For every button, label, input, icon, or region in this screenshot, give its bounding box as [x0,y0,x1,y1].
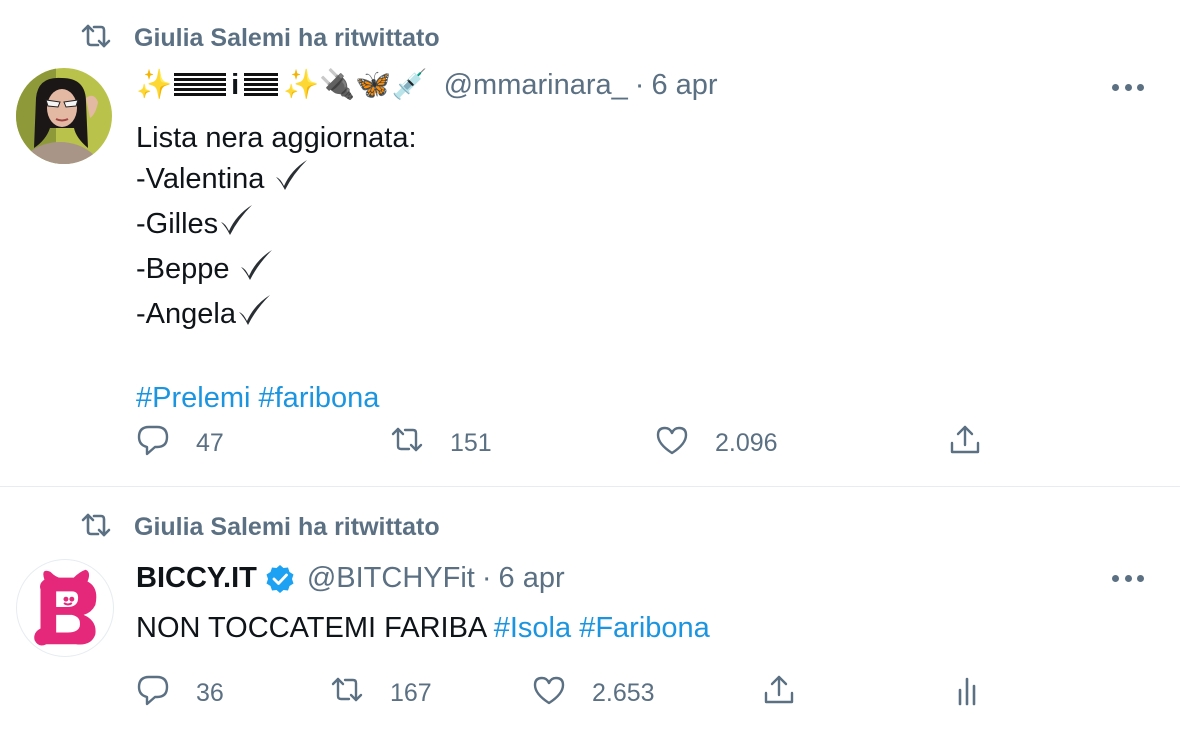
check-mark-icon [238,248,274,293]
retweet-icon [80,22,112,55]
retweet-count: 151 [450,429,492,457]
more-icon[interactable] [1112,82,1144,92]
hashtag-link[interactable]: #faribona [259,382,380,414]
retweet-context: Giulia Salemi ha ritwittato [80,22,440,55]
display-name[interactable]: ✨ i ✨🔌🦋💉 [136,68,432,102]
avatar[interactable] [16,559,114,657]
avatar[interactable] [16,68,112,164]
separator-dot: · [634,68,645,101]
retweet-icon [80,511,112,544]
display-name[interactable]: BICCY.IT [136,562,257,595]
check-mark-icon [218,203,254,248]
reply-button[interactable]: 47 [136,423,224,464]
tweet-line: Lista nera aggiornata: [136,122,417,154]
hashtag-link[interactable]: #Isola [494,612,571,644]
retweet-label: Giulia Salemi ha ritwittato [134,513,440,541]
tweet[interactable]: Giulia Salemi ha ritwittato BICCY.IT @BI… [0,487,1180,734]
reply-count: 36 [196,679,224,707]
retweet-icon [330,673,364,714]
more-icon[interactable] [1112,573,1144,583]
tweet-text: NON TOCCATEMI FARIBA #Isola #Faribona [136,608,710,648]
user-handle[interactable]: @mmarinara_ [444,69,628,102]
list-item: -Beppe [136,248,417,293]
retweet-icon [390,423,424,464]
reply-icon [136,673,170,714]
tweet-date[interactable]: 6 apr [651,69,717,102]
separator-dot: · [481,562,492,594]
like-button[interactable]: 2.653 [532,673,655,714]
like-count: 2.096 [715,429,778,457]
user-handle[interactable]: @BITCHYFit [307,562,475,595]
heart-icon [532,673,566,714]
analytics-icon [950,673,984,714]
list-item: -Gilles [136,203,417,248]
verified-badge-icon [265,564,295,594]
check-mark-icon [236,293,272,338]
check-mark-icon [273,158,309,203]
tweet-header: ✨ i ✨🔌🦋💉 @mmarinara_ · 6 apr [136,68,718,102]
hashtag-link[interactable]: #Faribona [579,612,710,644]
list-item: -Valentina [136,158,417,203]
like-count: 2.653 [592,679,655,707]
tweet-date[interactable]: 6 apr [499,562,565,595]
reply-count: 47 [196,429,224,457]
heart-icon [655,423,689,464]
tweet-text: Lista nera aggiornata: -Valentina -Gille… [136,118,417,418]
retweet-button[interactable]: 167 [330,673,432,714]
list-item: -Angela [136,293,417,338]
reply-icon [136,423,170,464]
share-button[interactable] [762,673,796,714]
hashtag-link[interactable]: #Prelemi [136,382,250,414]
like-button[interactable]: 2.096 [655,423,778,464]
share-icon [948,423,982,464]
retweet-count: 167 [390,679,432,707]
share-icon [762,673,796,714]
tweet-header: BICCY.IT @BITCHYFit · 6 apr [136,562,565,595]
share-button[interactable] [948,423,982,464]
reply-button[interactable]: 36 [136,673,224,714]
tweet[interactable]: Giulia Salemi ha ritwittato ✨ i ✨🔌🦋💉 @mmar… [0,0,1180,487]
retweet-label: Giulia Salemi ha ritwittato [134,24,440,52]
display-name-decoration: ✨ i ✨🔌🦋💉 [136,68,428,102]
analytics-button[interactable] [950,673,984,714]
retweet-button[interactable]: 151 [390,423,492,464]
retweet-context: Giulia Salemi ha ritwittato [80,511,440,544]
tweet-body: NON TOCCATEMI FARIBA [136,612,486,644]
